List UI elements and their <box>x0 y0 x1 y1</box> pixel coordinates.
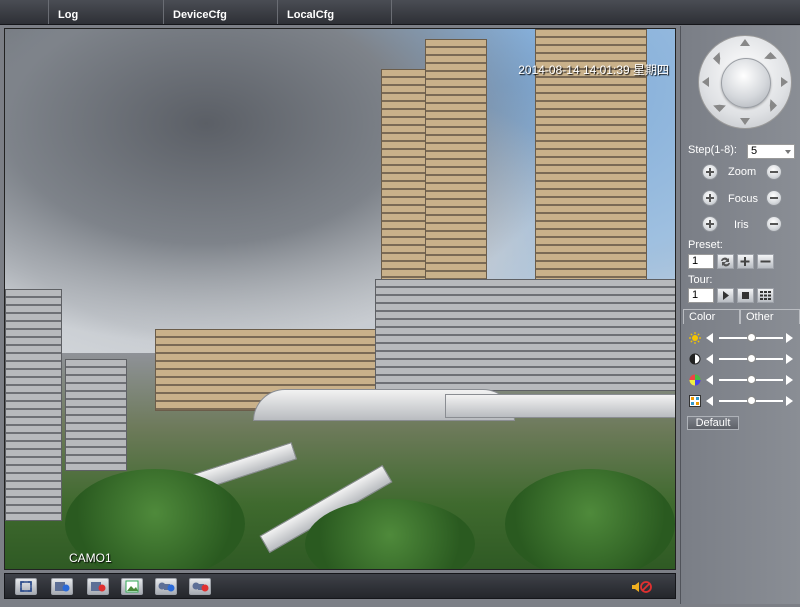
video-toolbar <box>4 573 676 599</box>
top-nav: Log DeviceCfg LocalCfg <box>0 0 800 25</box>
fullscreen-button[interactable] <box>15 578 37 595</box>
contrast-decrease-icon[interactable] <box>706 354 713 364</box>
tab-log-label: Log <box>58 9 79 21</box>
tour-play-button[interactable] <box>717 288 734 303</box>
slider-knob[interactable] <box>746 333 756 342</box>
tour-grid-button[interactable] <box>757 288 774 303</box>
speaker-muted-icon <box>632 581 652 593</box>
video-stop-icon <box>192 582 209 592</box>
plus-icon <box>740 257 750 266</box>
video-building <box>375 279 675 391</box>
brightness-slider[interactable] <box>689 331 795 345</box>
ptz-right-arrow-icon[interactable] <box>781 77 788 87</box>
fullscreen-icon <box>20 581 32 592</box>
preset-call-button[interactable] <box>717 254 734 269</box>
brightness-decrease-icon[interactable] <box>706 333 713 343</box>
video-building <box>5 289 62 521</box>
saturation-decrease-icon[interactable] <box>706 375 713 385</box>
tab-color[interactable]: Color <box>683 309 740 324</box>
tour-label: Tour: <box>688 274 713 286</box>
hue-grid-icon <box>689 395 701 407</box>
tab-other-label: Other <box>746 311 774 323</box>
brightness-icon <box>689 332 701 344</box>
iris-open-button[interactable] <box>702 216 718 232</box>
stop-icon <box>742 292 749 299</box>
ptz-down-right-arrow-icon[interactable] <box>764 99 777 112</box>
tab-empty <box>391 0 800 24</box>
contrast-increase-icon[interactable] <box>786 354 793 364</box>
tab-other[interactable]: Other <box>740 309 800 324</box>
tab-log[interactable]: Log <box>48 0 163 24</box>
saturation-increase-icon[interactable] <box>786 375 793 385</box>
step-select[interactable]: 5 <box>747 144 795 159</box>
tab-localcfg-label: LocalCfg <box>287 9 335 21</box>
contrast-icon <box>689 353 701 365</box>
iris-close-button[interactable] <box>766 216 782 232</box>
control-panel: Step(1-8): 5 Zoom Focus Iris Preset: 1 T… <box>680 26 800 604</box>
zoom-out-button[interactable] <box>766 164 782 180</box>
video-building <box>65 359 127 471</box>
zoom-in-button[interactable] <box>702 164 718 180</box>
preset-remove-button[interactable] <box>757 254 774 269</box>
record-playback-icon <box>55 582 70 592</box>
video-start-icon <box>158 582 175 592</box>
video-trees <box>505 469 675 569</box>
video-camera-label: CAMO1 <box>69 551 112 565</box>
step-value: 5 <box>751 145 758 157</box>
play-icon <box>723 291 729 300</box>
preset-label: Preset: <box>688 239 723 251</box>
ptz-left-arrow-icon[interactable] <box>702 77 709 87</box>
ptz-up-right-arrow-icon[interactable] <box>764 52 777 65</box>
record-stop-button[interactable] <box>87 578 109 595</box>
focus-near-button[interactable] <box>702 190 718 206</box>
image-settings-tabs: Color Other <box>681 309 800 324</box>
focus-far-button[interactable] <box>766 190 782 206</box>
hue-increase-icon[interactable] <box>786 396 793 406</box>
video-timestamp: 2014-08-14 14:01:39 星期四 <box>518 63 669 77</box>
ptz-down-left-arrow-icon[interactable] <box>713 99 726 112</box>
tour-stop-button[interactable] <box>737 288 754 303</box>
ptz-down-arrow-icon[interactable] <box>740 118 750 125</box>
ptz-up-arrow-icon[interactable] <box>740 39 750 46</box>
zoom-label: Zoom <box>728 166 757 178</box>
hue-slider[interactable] <box>689 394 795 408</box>
ptz-control <box>698 35 792 129</box>
saturation-slider[interactable] <box>689 373 795 387</box>
record-playback-button[interactable] <box>51 578 73 595</box>
step-label: Step(1-8): <box>688 144 737 156</box>
slider-knob[interactable] <box>746 396 756 405</box>
slider-knob[interactable] <box>746 354 756 363</box>
iris-label: Iris <box>734 219 749 231</box>
video-rail-bridge <box>445 394 675 418</box>
tab-color-label: Color <box>689 311 716 323</box>
video-stop-button[interactable] <box>189 578 211 595</box>
preset-add-button[interactable] <box>737 254 754 269</box>
record-stop-icon <box>91 582 106 592</box>
speaker-muted-button[interactable] <box>631 580 653 594</box>
slider-knob[interactable] <box>746 375 756 384</box>
brightness-increase-icon[interactable] <box>786 333 793 343</box>
contrast-slider[interactable] <box>689 352 795 366</box>
refresh-icon <box>721 257 730 267</box>
tab-devicecfg-label: DeviceCfg <box>173 9 227 21</box>
snapshot-button[interactable] <box>121 578 143 595</box>
ptz-center-button[interactable] <box>721 58 771 108</box>
live-video-view[interactable]: 2014-08-14 14:01:39 星期四 CAMO1 <box>4 28 676 570</box>
tour-input[interactable]: 1 <box>688 288 714 303</box>
ptz-up-left-arrow-icon[interactable] <box>713 52 726 65</box>
tab-devicecfg[interactable]: DeviceCfg <box>163 0 277 24</box>
default-button[interactable]: Default <box>687 416 739 430</box>
saturation-icon <box>689 374 701 386</box>
minus-icon <box>760 260 771 263</box>
chevron-down-icon <box>785 150 791 154</box>
snapshot-icon <box>125 580 139 593</box>
hue-decrease-icon[interactable] <box>706 396 713 406</box>
grid-icon <box>760 291 771 300</box>
preset-input[interactable]: 1 <box>688 254 714 269</box>
focus-label: Focus <box>728 193 758 205</box>
video-start-button[interactable] <box>155 578 177 595</box>
tab-localcfg[interactable]: LocalCfg <box>277 0 391 24</box>
